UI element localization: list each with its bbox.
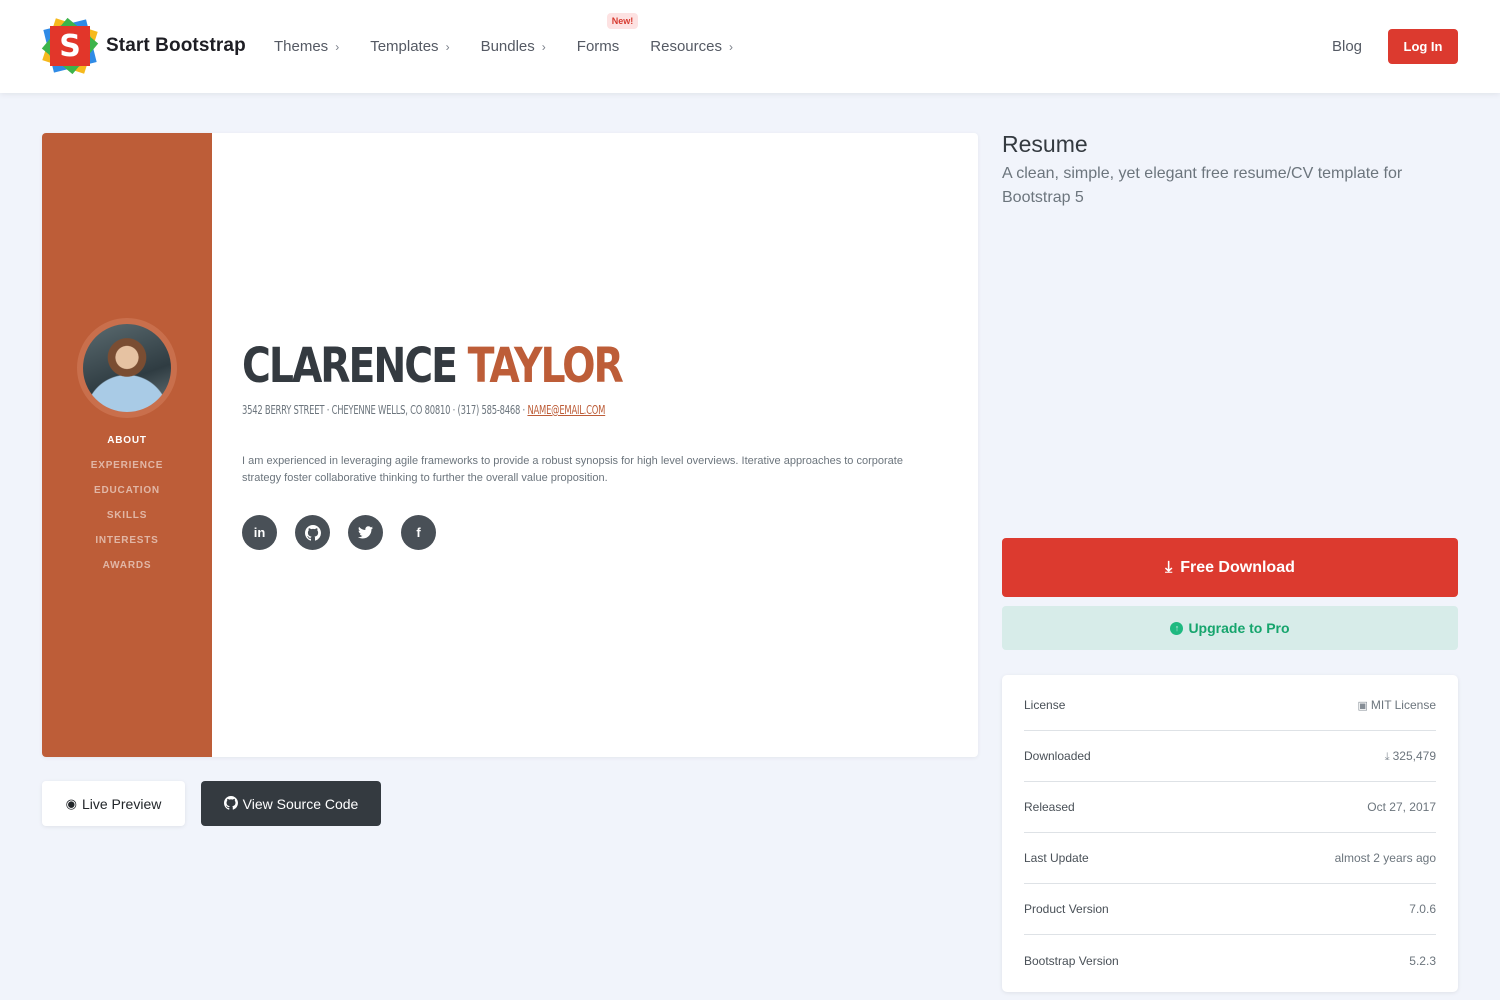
resume-address: 3542 BERRY STREET · CHEYENNE WELLS, CO 8… [242, 403, 605, 417]
resume-nav-interests: Interests [95, 535, 159, 546]
free-download-button[interactable]: ⤓ Free Download [1002, 538, 1458, 597]
info-label: Released [1024, 800, 1075, 814]
github-icon [295, 515, 330, 550]
view-source-label: View Source Code [242, 795, 359, 812]
chevron-right-icon: › [541, 39, 546, 54]
resume-nav-awards: Awards [102, 560, 152, 571]
info-row-bootstrap-version: Bootstrap Version 5.2.3 [1024, 935, 1436, 986]
login-button[interactable]: Log In [1388, 29, 1458, 64]
template-preview-image[interactable]: About Experience Education Skills Intere… [42, 133, 978, 757]
info-value: ⤓ 325,479 [1384, 748, 1436, 763]
resume-last-name: TAYLOR [467, 338, 624, 394]
resume-nav-education: Education [94, 485, 160, 496]
info-label: Downloaded [1024, 749, 1091, 763]
nav-bundles[interactable]: Bundles › [481, 38, 546, 55]
upgrade-to-pro-label: Upgrade to Pro [1188, 620, 1290, 636]
nav-resources-label: Resources [650, 38, 722, 55]
brand-link[interactable]: S Start Bootstrap [41, 17, 246, 75]
resume-nav-skills: Skills [106, 510, 148, 521]
download-icon: ⤓ [1165, 558, 1173, 576]
info-label: License [1024, 698, 1066, 712]
nav-themes-label: Themes [274, 38, 329, 55]
view-source-button[interactable]: View Source Code [201, 781, 381, 826]
info-value[interactable]: ▣ MIT License [1357, 698, 1436, 712]
nav-forms[interactable]: New! Forms [576, 13, 639, 55]
info-row-product-version: Product Version 7.0.6 [1024, 884, 1436, 935]
download-icon: ⤓ [1384, 750, 1390, 763]
info-label: Product Version [1024, 902, 1109, 916]
linkedin-icon: in [242, 515, 277, 550]
info-row-last-update: Last Update almost 2 years ago [1024, 833, 1436, 884]
product-info-card: License ▣ MIT License Downloaded ⤓ 325,479… [1002, 675, 1458, 992]
info-value: almost 2 years ago [1334, 851, 1436, 865]
resume-address-text: 3542 BERRY STREET · CHEYENNE WELLS, CO 8… [242, 403, 528, 417]
arrow-up-circle-icon: ↑ [1170, 621, 1184, 635]
resume-sidebar: About Experience Education Skills Intere… [42, 133, 212, 757]
resume-socials: in f [242, 515, 454, 550]
profile-photo [77, 318, 177, 418]
resume-first-name: CLARENCE [242, 338, 458, 394]
product-title: Resume [1002, 131, 1088, 157]
nav-blog[interactable]: Blog [1332, 38, 1362, 55]
nav-forms-label: Forms [576, 38, 620, 55]
brand-name: Start Bootstrap [106, 35, 246, 56]
live-preview-button[interactable]: ◉ Live Preview [42, 781, 185, 826]
resume-nav-about: About [107, 435, 147, 446]
chevron-right-icon: › [335, 39, 340, 54]
resume-name: CLARENCE TAYLOR [242, 338, 624, 394]
free-download-label: Free Download [1180, 558, 1295, 576]
twitter-icon [348, 515, 383, 550]
info-value: Oct 27, 2017 [1367, 800, 1436, 814]
github-icon [223, 796, 238, 811]
info-row-license: License ▣ MIT License [1024, 680, 1436, 731]
product-subtitle: A clean, simple, yet elegant free resume… [1002, 165, 1403, 206]
info-row-released: Released Oct 27, 2017 [1024, 782, 1436, 833]
new-badge: New! [606, 13, 639, 29]
resume-intro: I am experienced in leveraging agile fra… [242, 455, 903, 484]
nav-templates-label: Templates [370, 38, 439, 55]
info-label: Bootstrap Version [1024, 953, 1119, 968]
start-bootstrap-logo: S [41, 17, 99, 75]
nav-resources[interactable]: Resources › [650, 38, 733, 55]
info-value: 7.0.6 [1409, 902, 1436, 916]
info-label: Last Update [1024, 851, 1089, 865]
nav-bundles-label: Bundles [480, 38, 535, 55]
live-preview-label: Live Preview [81, 795, 162, 812]
eye-icon: ◉ [65, 795, 77, 811]
chevron-right-icon: › [728, 39, 733, 54]
navbar: S Start Bootstrap Themes › Templates › B… [0, 0, 1500, 93]
resume-nav-experience: Experience [90, 460, 164, 471]
nav-templates[interactable]: Templates › [370, 38, 449, 55]
nav-themes[interactable]: Themes › [274, 38, 339, 55]
info-value: 5.2.3 [1409, 953, 1436, 968]
facebook-icon: f [401, 515, 436, 550]
license-icon: ▣ [1357, 700, 1368, 712]
resume-sidebar-nav: About Experience Education Skills Intere… [42, 433, 212, 583]
chevron-right-icon: › [445, 39, 450, 54]
main-nav: Themes › Templates › Bundles › New! Form… [274, 0, 764, 93]
info-row-downloaded: Downloaded ⤓ 325,479 [1024, 731, 1436, 782]
resume-email: NAME@EMAIL.COM [527, 403, 606, 417]
upgrade-to-pro-button[interactable]: ↑ Upgrade to Pro [1002, 606, 1458, 650]
